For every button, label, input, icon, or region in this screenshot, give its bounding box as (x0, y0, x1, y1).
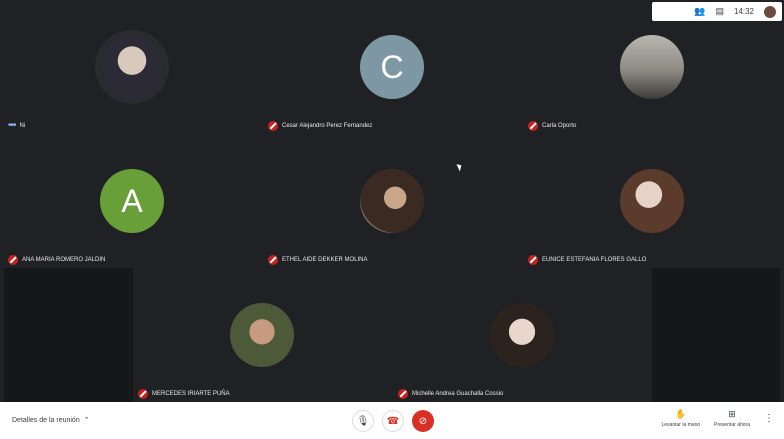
present-screen-icon: ⊞ (728, 409, 736, 419)
participant-name: Carla Oporto (542, 123, 577, 129)
mic-off-icon (528, 255, 538, 265)
right-controls: ✋ Levantar la mano ⊞ Presentar ahora ⋮ (662, 409, 775, 428)
mic-off-icon (398, 389, 408, 399)
participant-name: ETHEL AIDE DEKKER MOLINA (282, 257, 368, 263)
chat-icon[interactable]: ▤ (715, 6, 724, 17)
meeting-details-button[interactable]: Detalles de la reunión ⌃ (12, 416, 90, 425)
raise-hand-button[interactable]: ✋ Levantar la mano (662, 409, 701, 428)
self-avatar[interactable] (764, 5, 776, 18)
participant-tile-2[interactable]: C Cesar Alejandro Perez Fernandez (264, 0, 520, 134)
mic-off-icon (268, 121, 278, 131)
participant-name: ANA MARIA ROMERO JALDIN (22, 257, 106, 263)
top-status-bar: 👥 ▤ 14:32 (652, 2, 782, 21)
present-now-button[interactable]: ⊞ Presentar ahora (714, 409, 750, 428)
participant-tile-5[interactable]: ETHEL AIDE DEKKER MOLINA (264, 134, 520, 268)
more-options-icon[interactable]: ⋮ (764, 413, 774, 424)
participant-tile-4[interactable]: A ANA MARIA ROMERO JALDIN (4, 134, 260, 268)
participant-photo (490, 303, 554, 367)
mic-off-icon (268, 255, 278, 265)
participant-tile-6[interactable]: EUNICE ESTEFANIA FLORES GALLO (524, 134, 780, 268)
present-now-label: Presentar ahora (714, 422, 750, 428)
participant-name: EUNICE ESTEFANIA FLORES GALLO (542, 257, 647, 263)
participant-avatar-letter: A (100, 169, 164, 233)
mic-toggle-button[interactable]: 🎙 (352, 410, 374, 432)
raise-hand-label: Levantar la mano (661, 422, 701, 428)
clock-time: 14:32 (733, 7, 754, 16)
participant-photo (230, 303, 294, 367)
hang-up-icon: ☎ (386, 415, 400, 427)
speaking-indicator-icon: ••• (8, 120, 16, 131)
participant-photo (620, 35, 684, 99)
participant-avatar-letter: C (360, 35, 424, 99)
participant-name: MERCEDES IRIARTE PUÑA (152, 391, 230, 397)
participant-photo (360, 169, 424, 233)
hand-icon: ✋ (675, 409, 687, 419)
participant-name: Ni (19, 123, 26, 129)
bottom-controls-bar: Detalles de la reunión ⌃ 🎙 ☎ ⊘ ✋ Levanta… (0, 402, 784, 439)
microphone-icon: 🎙 (356, 415, 370, 427)
meeting-details-label: Detalles de la reunión (12, 416, 80, 424)
camera-toggle-button[interactable]: ⊘ (412, 410, 434, 432)
participant-grid: ••• Ni C Cesar Alejandro Perez Fernandez… (4, 0, 780, 402)
people-icon[interactable]: 👥 (694, 6, 705, 17)
mic-off-icon (528, 121, 538, 131)
mic-off-icon (138, 389, 148, 399)
participant-name: Michelle Andrea Guachalla Cossio (412, 391, 504, 397)
participant-name: Cesar Alejandro Perez Fernandez (282, 123, 373, 129)
empty-tile-left (4, 268, 133, 402)
participant-photo (100, 35, 164, 99)
mic-off-icon (8, 255, 18, 265)
chevron-up-icon: ⌃ (83, 417, 90, 424)
participant-photo (620, 169, 684, 233)
participant-tile-1[interactable]: ••• Ni (4, 0, 260, 134)
leave-call-button[interactable]: ☎ (382, 410, 404, 432)
empty-tile-right (652, 268, 780, 402)
participant-tile-7[interactable]: MERCEDES IRIARTE PUÑA (134, 268, 390, 402)
call-controls: 🎙 ☎ ⊘ (352, 410, 434, 432)
participant-tile-8[interactable]: Michelle Andrea Guachalla Cossio (394, 268, 650, 402)
camera-off-icon: ⊘ (418, 415, 428, 427)
